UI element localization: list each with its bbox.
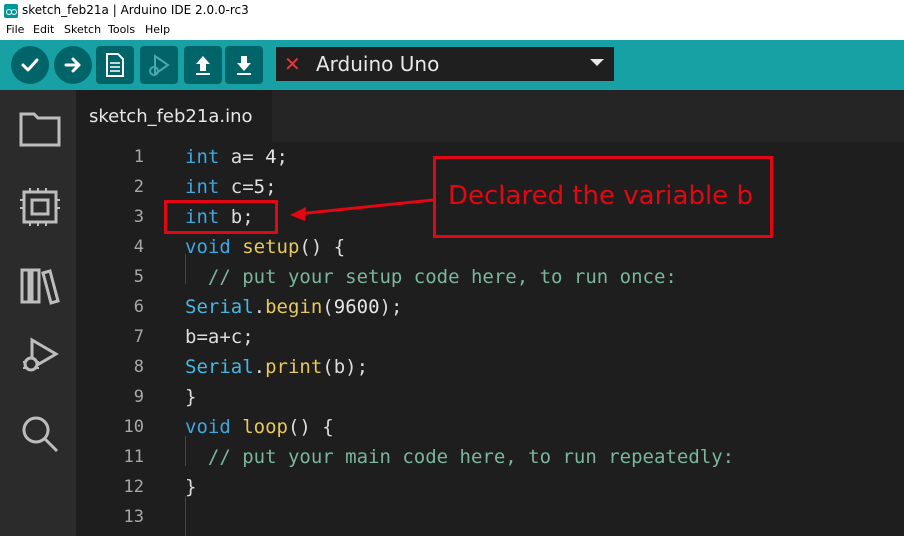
line-number: 11: [123, 447, 144, 467]
code-text: void loop() {: [185, 416, 334, 438]
tab-label: sketch_feb21a.ino: [89, 106, 253, 127]
code-line: 8 Serial.print(b);: [76, 352, 904, 382]
library-icon[interactable]: [18, 264, 62, 308]
activity-bar: [0, 90, 76, 536]
line-number: 3: [133, 207, 144, 227]
code-text: b=a+c;: [185, 326, 254, 348]
annotation-text: Declared the variable b: [448, 181, 753, 211]
title-bar: sketch_feb21a | Arduino IDE 2.0.0-rc3: [0, 0, 904, 22]
window-title: sketch_feb21a | Arduino IDE 2.0.0-rc3: [22, 3, 249, 17]
menu-bar: File Edit Sketch Tools Help: [0, 22, 904, 40]
code-line: 13: [76, 502, 904, 532]
debug-icon[interactable]: [18, 334, 62, 378]
line-number: 10: [123, 417, 144, 437]
document-icon: [106, 53, 124, 77]
arduino-logo-icon: [4, 4, 18, 18]
folder-icon[interactable]: [18, 106, 62, 150]
upload-button[interactable]: [54, 46, 92, 84]
menu-sketch[interactable]: Sketch: [64, 23, 101, 36]
code-text: // put your setup code here, to run once…: [185, 266, 677, 288]
code-text: int c=5;: [185, 176, 277, 198]
tab-strip: sketch_feb21a.ino: [76, 90, 904, 142]
verify-button[interactable]: [11, 46, 49, 84]
code-line: 5 // put your setup code here, to run on…: [76, 262, 904, 292]
code-text: // put your main code here, to run repea…: [185, 446, 735, 468]
code-line: 6 Serial.begin(9600);: [76, 292, 904, 322]
line-number: 6: [133, 297, 144, 317]
annotation-callout: Declared the variable b: [433, 156, 773, 238]
arrow-right-icon: [64, 57, 81, 73]
code-text: }: [185, 386, 197, 408]
line-number: 8: [133, 357, 144, 377]
debug-play-icon: [149, 54, 170, 76]
line-number: 7: [133, 327, 144, 347]
menu-edit[interactable]: Edit: [33, 23, 54, 36]
debug-button[interactable]: [140, 46, 178, 84]
search-icon[interactable]: [18, 412, 62, 456]
save-button[interactable]: [225, 46, 263, 84]
menu-file[interactable]: File: [6, 23, 24, 36]
code-text: Serial.print(b);: [185, 356, 369, 378]
line-number: 2: [133, 177, 144, 197]
line-number: 4: [133, 237, 144, 257]
board-name: Arduino Uno: [316, 52, 440, 76]
menu-help[interactable]: Help: [145, 23, 170, 36]
menu-tools[interactable]: Tools: [108, 23, 135, 36]
x-icon: ✕: [284, 52, 301, 76]
line-number: 13: [123, 507, 144, 527]
line-number: 1: [133, 147, 144, 167]
line-number: 9: [133, 387, 144, 407]
code-text: int a= 4;: [185, 146, 288, 168]
highlight-box: [164, 200, 278, 234]
code-text: }: [185, 476, 197, 498]
code-line: 11 // put your main code here, to run re…: [76, 442, 904, 472]
line-number: 5: [133, 267, 144, 287]
code-text: void setup() {: [185, 236, 346, 258]
board-selector[interactable]: ✕ Arduino Uno: [276, 47, 614, 81]
arrow-down-icon: [237, 56, 251, 75]
checkmark-icon: [21, 58, 39, 72]
tab-sketch-file[interactable]: sketch_feb21a.ino: [76, 90, 272, 142]
line-number: 12: [123, 477, 144, 497]
code-text: Serial.begin(9600);: [185, 296, 403, 318]
board-manager-icon[interactable]: [18, 186, 62, 230]
code-line: 7 b=a+c;: [76, 322, 904, 352]
open-button[interactable]: [184, 46, 222, 84]
code-line: 9 }: [76, 382, 904, 412]
new-sketch-button[interactable]: [96, 46, 134, 84]
chevron-down-icon: [590, 59, 604, 66]
arrow-up-icon: [196, 56, 210, 75]
code-line: 10 void loop() {: [76, 412, 904, 442]
code-line: 12 }: [76, 472, 904, 502]
